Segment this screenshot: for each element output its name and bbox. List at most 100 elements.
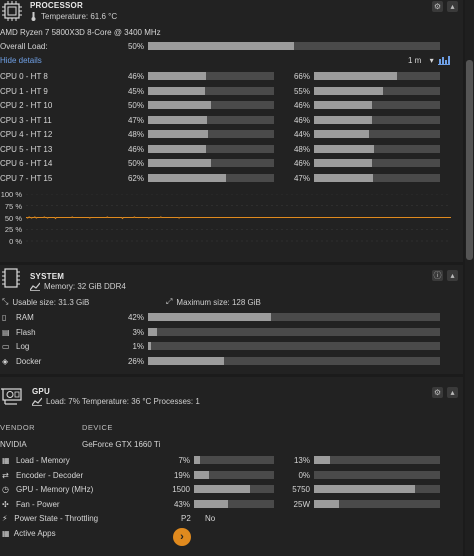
cpu-thread-bar <box>314 101 440 109</box>
thermometer-icon <box>31 12 36 21</box>
cpu-thread-pct: 48% <box>293 144 310 154</box>
load-icon: ▦ <box>2 456 10 465</box>
system-collapse-button[interactable]: ▴ <box>447 270 458 281</box>
cpu-core-bar-fill <box>148 130 208 138</box>
cpu-thread-bar-fill <box>314 130 369 138</box>
gpu-row-left-bar-fill <box>194 499 228 508</box>
cpu-core-bar <box>148 115 274 124</box>
expand-icon: ⤢ <box>166 297 173 306</box>
gpu-row-left-bar <box>194 499 274 508</box>
gpu-collapse-button[interactable]: ▴ <box>447 387 458 398</box>
gpu-row-right-value: 5750 <box>292 485 310 494</box>
log-icon: ▭ <box>2 342 10 351</box>
gpu-summary-text: Load: 7% Temperature: 36 °C Processes: 1 <box>46 397 200 406</box>
cpu-core-bar-fill <box>148 101 211 109</box>
power-state-value: P2 <box>181 514 191 523</box>
gpu-summary: Load: 7% Temperature: 36 °C Processes: 1 <box>32 397 200 406</box>
cpu-thread-bar <box>314 72 440 80</box>
cpu-core-pct: 47% <box>127 115 144 125</box>
cpu-thread-bar <box>314 173 440 182</box>
gpu-row-left-value: 19% <box>173 470 190 480</box>
gpu-row-left-value: 43% <box>173 499 190 509</box>
system-row-bar-fill <box>148 342 151 350</box>
system-row-bar-fill <box>148 327 157 336</box>
cpu-thread-bar-fill <box>314 72 397 80</box>
cpu-thread-pct: 47% <box>293 173 310 183</box>
gpu-row-left-value: 7% <box>178 456 190 465</box>
cpu-core-bar-fill <box>148 173 226 182</box>
cpu-core-bar <box>148 173 274 182</box>
gpu-row-right-bar-fill <box>314 456 330 464</box>
system-title: SYSTEM <box>30 272 65 281</box>
ram-icon: ▯ <box>2 313 7 322</box>
gpu-row-right-bar-fill <box>314 485 415 493</box>
cpu-core-pct: 62% <box>127 173 144 183</box>
y-tick-label: 100 % <box>0 190 22 199</box>
processor-collapse-button[interactable]: ▴ <box>447 1 458 12</box>
system-row-pct: 1% <box>132 342 144 351</box>
cpu-thread-bar-fill <box>314 159 372 167</box>
processor-settings-button[interactable]: ⚙ <box>432 1 443 12</box>
cpu-load-series-line <box>26 216 451 220</box>
docker-icon: ◈ <box>2 356 9 366</box>
y-tick-label: 75 % <box>4 201 22 211</box>
cpu-core-pct: 46% <box>127 72 144 81</box>
expand-apps-button[interactable]: › <box>173 528 191 546</box>
scrollbar[interactable] <box>465 0 474 556</box>
gpu-row-right-bar <box>314 456 440 464</box>
cpu-thread-bar-fill <box>314 101 372 109</box>
memory-text: Memory: 32 GiB DDR4 <box>44 282 126 291</box>
cpu-thread-bar-fill <box>314 173 373 182</box>
memory-chip-icon <box>2 268 20 288</box>
system-info-button[interactable]: ⓘ <box>432 270 443 281</box>
cpu-thread-pct: 46% <box>293 101 310 110</box>
system-memory: Memory: 32 GiB DDR4 <box>30 282 126 291</box>
flash-icon: ▤ <box>2 327 10 337</box>
processor-temperature: Temperature: 61.6 °C <box>30 12 117 21</box>
throttling-value: No <box>205 514 216 523</box>
scrollbar-thumb[interactable] <box>466 60 473 260</box>
line-chart-icon <box>32 397 42 406</box>
gpu-row-right-bar-fill <box>314 499 339 508</box>
system-row-label: Docker <box>16 356 42 366</box>
system-row-label: Log <box>16 342 30 351</box>
power-icon: ⚡ <box>2 514 8 523</box>
gpu-row-label: Fan - Power <box>16 499 60 509</box>
gpu-row-right-value: 13% <box>293 456 310 465</box>
cpu-core-bar-fill <box>148 72 206 80</box>
gpu-row-right-value: 25W <box>293 499 310 509</box>
gpu-row-right-bar <box>314 499 440 508</box>
cpu-core-label: CPU 6 - HT 14 <box>0 159 53 168</box>
system-row-label: RAM <box>16 313 34 322</box>
cpu-core-label: CPU 0 - HT 8 <box>0 72 48 81</box>
gpu-device: GeForce GTX 1660 Ti <box>82 440 161 449</box>
overall-load-pct: 50% <box>127 42 144 51</box>
bar-chart-icon[interactable] <box>438 55 450 65</box>
cpu-thread-bar <box>314 115 440 124</box>
gpu-row-left-bar-fill <box>194 485 250 493</box>
cpu-core-bar <box>148 72 274 80</box>
gpu-row-right-value: 0% <box>298 470 310 480</box>
gpu-row-label: Load - Memory <box>16 456 70 465</box>
overall-load-label: Overall Load: <box>0 42 48 51</box>
system-row-bar-fill <box>148 356 224 365</box>
y-tick-label: 25 % <box>4 225 22 235</box>
system-row-bar <box>148 342 440 350</box>
gpu-row-left-bar <box>194 485 274 493</box>
power-state-label: Power State - Throttling <box>14 514 99 523</box>
gpu-settings-button[interactable]: ⚙ <box>432 387 443 398</box>
chevron-down-icon: ▾ <box>429 56 434 65</box>
cpu-core-bar <box>148 144 274 153</box>
cpu-core-bar <box>148 159 274 167</box>
cpu-thread-pct: 55% <box>293 86 310 96</box>
system-row-label: Flash <box>16 327 36 337</box>
cpu-thread-bar <box>314 86 440 95</box>
usable-size: ⤡ Usable size: 31.3 GiB <box>2 297 89 307</box>
cpu-core-bar <box>148 86 274 95</box>
processor-title: PROCESSOR <box>30 1 83 10</box>
cpu-core-pct: 50% <box>127 101 144 110</box>
hide-details-link[interactable]: Hide details <box>0 56 42 65</box>
gpu-clock-icon: ◷ <box>2 485 9 494</box>
temperature-text: Temperature: 61.6 °C <box>41 12 118 21</box>
interval-select[interactable]: 1 m ▾ <box>408 56 434 65</box>
